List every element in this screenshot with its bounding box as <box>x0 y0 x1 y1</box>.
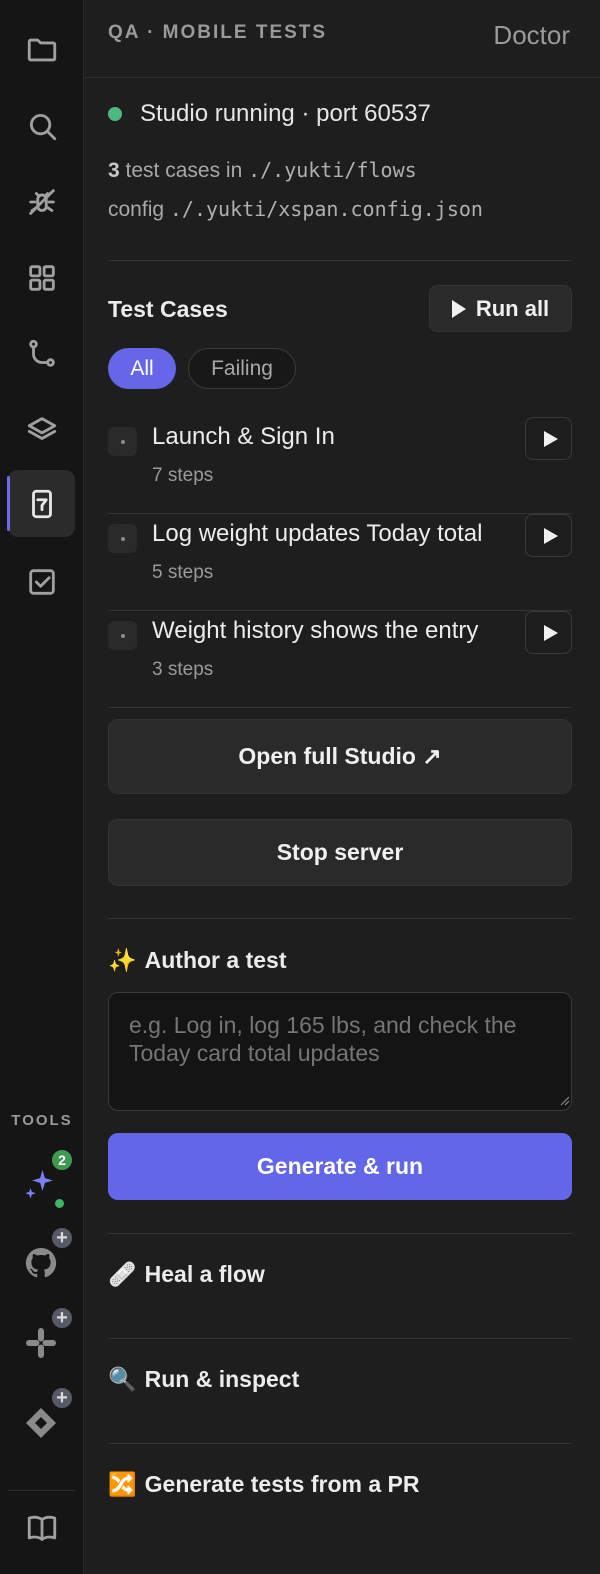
play-icon <box>543 624 558 641</box>
test-case-row[interactable]: Weight history shows the entry 3 steps <box>108 611 572 708</box>
mobile-test-icon <box>31 489 52 518</box>
docs-button[interactable] <box>8 1494 75 1561</box>
checklist-button[interactable] <box>8 548 75 615</box>
connected-dot <box>55 1199 64 1208</box>
ai-sparkles-icon <box>25 1170 53 1199</box>
filter-all[interactable]: All <box>108 348 176 389</box>
generate-run-button[interactable]: Generate & run <box>108 1133 572 1200</box>
panel-title: QA · MOBILE TESTS <box>108 22 328 43</box>
github-tool-button[interactable]: + <box>18 1226 74 1286</box>
stop-server-button[interactable]: Stop server <box>108 819 572 886</box>
case-name: Weight history shows the entry <box>152 617 479 644</box>
mobile-tests-button[interactable] <box>7 470 75 537</box>
doctor-link[interactable]: Doctor <box>493 20 570 51</box>
divider <box>108 260 572 261</box>
ai-tool-button[interactable]: 2 <box>18 1148 74 1208</box>
source-control-icon <box>28 339 55 367</box>
cases-text: test cases in <box>119 159 249 182</box>
heal-flow-title: Heal a flow <box>144 1261 265 1287</box>
divider <box>108 918 572 919</box>
search-icon <box>29 113 56 140</box>
status-text: Studio running · port 60537 <box>140 100 431 127</box>
test-count: 3 <box>108 159 120 182</box>
run-all-button[interactable]: Run all <box>429 285 572 332</box>
divider <box>108 1338 572 1339</box>
author-title: ✨ Author a test <box>108 947 286 974</box>
add-badge: + <box>50 1226 74 1250</box>
tool-badge: 2 <box>50 1148 74 1172</box>
play-icon <box>543 430 558 447</box>
debug-button[interactable] <box>8 168 75 235</box>
run-case-button[interactable] <box>525 611 572 654</box>
test-case-row[interactable]: Launch & Sign In 7 steps <box>108 417 572 514</box>
author-title-text: Author a test <box>144 947 287 973</box>
config-label: config <box>108 198 170 221</box>
run-all-label: Run all <box>475 295 550 321</box>
layers-button[interactable] <box>8 396 75 463</box>
explorer-button[interactable] <box>8 16 75 83</box>
jira-icon <box>26 1408 56 1438</box>
play-icon <box>543 527 558 544</box>
case-name: Log weight updates Today total <box>152 520 483 547</box>
author-test-input[interactable] <box>108 992 572 1111</box>
case-steps: 5 steps <box>152 562 214 583</box>
play-icon <box>451 299 466 318</box>
server-status: Studio running · port 60537 <box>108 100 431 128</box>
open-studio-button[interactable]: Open full Studio ↗ <box>108 719 572 794</box>
layers-icon <box>27 416 56 440</box>
case-name: Launch & Sign In <box>152 423 335 450</box>
activity-divider <box>8 1490 75 1491</box>
status-dot <box>108 107 122 121</box>
source-control-button[interactable] <box>8 320 75 387</box>
case-status-icon <box>108 427 137 456</box>
filter-failing[interactable]: Failing <box>188 348 296 389</box>
divider <box>108 1443 572 1444</box>
case-steps: 7 steps <box>152 465 214 486</box>
pr-tests-title: Generate tests from a PR <box>144 1471 420 1497</box>
flows-path: ./.yukti/flows <box>248 158 417 182</box>
run-case-button[interactable] <box>525 417 572 460</box>
jira-tool-button[interactable]: + <box>18 1386 74 1446</box>
run-inspect-section[interactable]: 🔍 Run & inspect <box>108 1366 299 1393</box>
debug-icon <box>28 188 55 215</box>
case-steps: 3 steps <box>152 659 214 680</box>
case-status-icon <box>108 524 137 553</box>
github-icon <box>25 1247 57 1278</box>
run-case-button[interactable] <box>525 514 572 557</box>
case-status-icon <box>108 621 137 650</box>
bandage-icon: 🩹 <box>108 1261 137 1287</box>
book-icon <box>27 1515 56 1541</box>
run-inspect-title: Run & inspect <box>144 1366 300 1392</box>
slack-icon <box>26 1328 56 1358</box>
panel-header: QA · MOBILE TESTS Doctor <box>84 0 600 78</box>
heal-flow-section[interactable]: 🩹 Heal a flow <box>108 1261 265 1288</box>
magnifier-icon: 🔍 <box>108 1366 137 1392</box>
test-case-row[interactable]: Log weight updates Today total 5 steps <box>108 514 572 611</box>
checklist-icon <box>28 568 55 595</box>
config-info: config ./.yukti/xspan.config.json <box>108 197 483 222</box>
resize-grip-icon[interactable] <box>558 1094 570 1106</box>
folder-icon <box>27 38 56 61</box>
tools-label: TOOLS <box>11 1112 73 1129</box>
divider <box>108 1233 572 1234</box>
extensions-button[interactable] <box>8 244 75 311</box>
extensions-icon <box>28 264 55 291</box>
add-badge: + <box>50 1306 74 1330</box>
config-path: ./.yukti/xspan.config.json <box>169 197 483 221</box>
test-cases-title: Test Cases <box>108 296 228 322</box>
slack-tool-button[interactable]: + <box>18 1306 74 1366</box>
search-button[interactable] <box>8 92 75 159</box>
add-badge: + <box>50 1386 74 1410</box>
sparkles-icon: ✨ <box>108 947 137 973</box>
activity-bar: TOOLS 2 + + + <box>0 0 84 1574</box>
flows-info: 3 test cases in ./.yukti/flows <box>108 158 417 183</box>
pr-tests-section[interactable]: 🔀 Generate tests from a PR <box>108 1471 419 1498</box>
qa-panel: QA · MOBILE TESTS Doctor Studio running … <box>84 0 600 1574</box>
shuffle-icon: 🔀 <box>108 1471 137 1497</box>
